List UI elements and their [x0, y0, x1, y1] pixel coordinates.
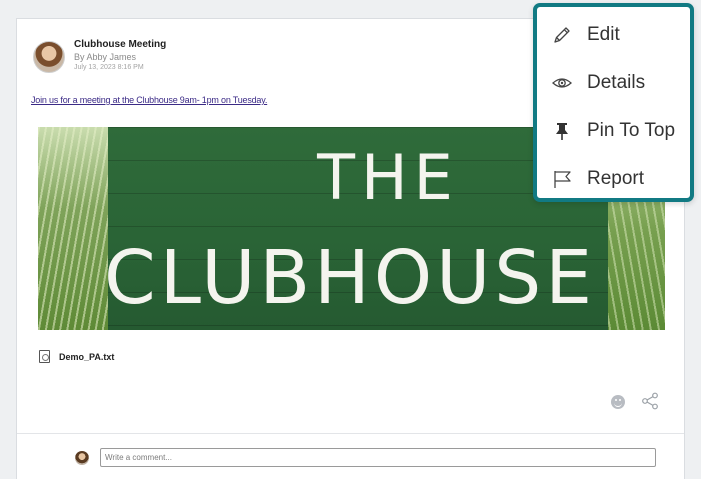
menu-item-report[interactable]: Report — [537, 159, 690, 199]
menu-item-label: Edit — [587, 24, 620, 45]
post-options-menu: Edit Details Pin To Top Report — [533, 3, 694, 202]
comment-divider — [17, 433, 684, 434]
eye-icon — [552, 78, 572, 88]
sign-text-line2: CLUBHOUSE — [104, 235, 596, 321]
flag-icon — [554, 171, 571, 188]
menu-item-pin-to-top[interactable]: Pin To Top — [537, 111, 690, 151]
menu-item-label: Pin To Top — [587, 120, 676, 141]
menu-item-label: Report — [587, 168, 645, 189]
comment-input[interactable] — [100, 448, 656, 467]
menu-item-edit[interactable]: Edit — [537, 15, 690, 55]
file-icon[interactable] — [39, 350, 50, 363]
menu-item-details[interactable]: Details — [537, 63, 690, 103]
post-author: By Abby James — [74, 52, 137, 62]
pencil-icon — [554, 27, 570, 43]
post-body-link[interactable]: Join us for a meeting at the Clubhouse 9… — [31, 95, 267, 105]
post-date: July 13, 2023 8:16 PM — [74, 64, 144, 71]
commenter-avatar — [75, 451, 89, 465]
attachment-link[interactable]: Demo_PA.txt — [59, 352, 114, 362]
author-avatar[interactable] — [33, 41, 65, 73]
smiley-icon[interactable] — [611, 395, 625, 409]
pin-icon — [556, 123, 568, 140]
menu-item-label: Details — [587, 72, 646, 93]
post-title[interactable]: Clubhouse Meeting — [74, 39, 166, 50]
share-icon[interactable] — [641, 392, 659, 410]
